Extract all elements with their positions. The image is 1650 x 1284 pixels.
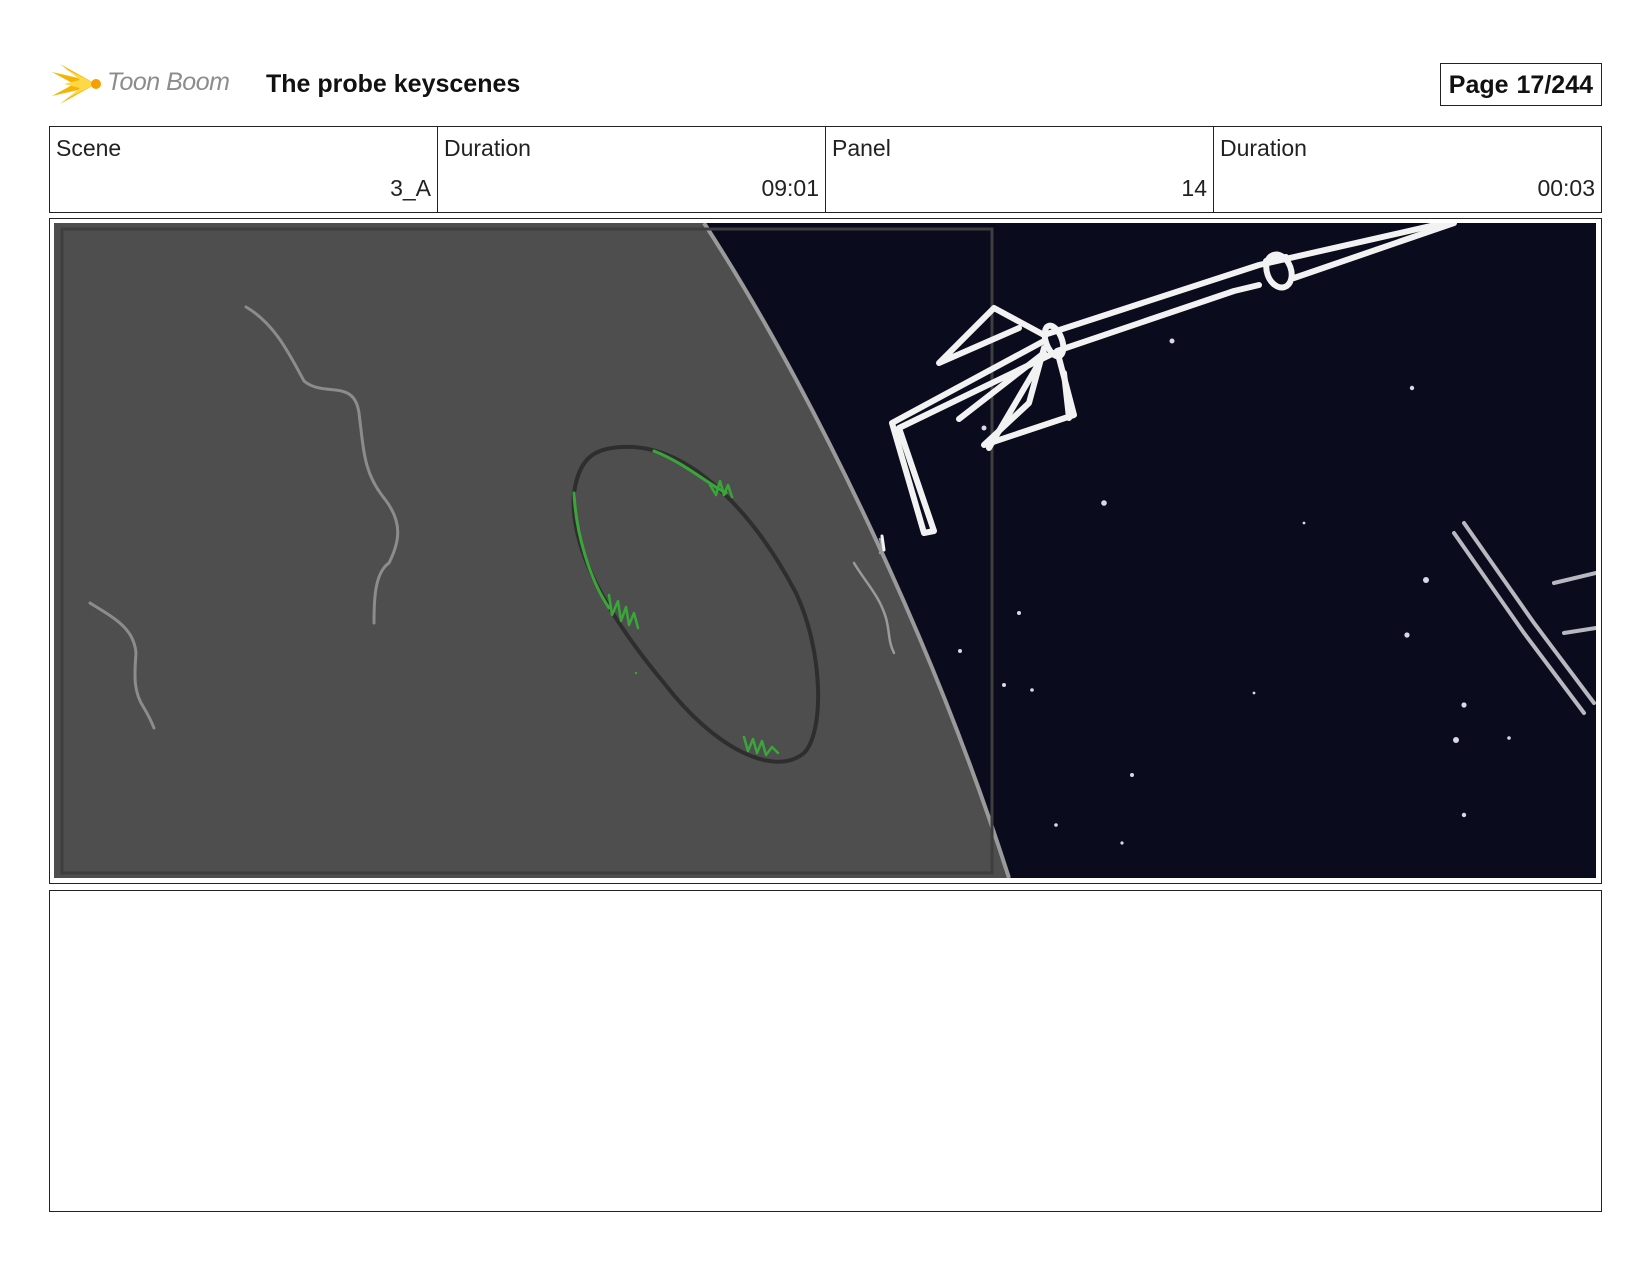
page-label: Page <box>1448 71 1509 99</box>
panel-value: 14 <box>1181 175 1207 201</box>
panel-notes-box <box>49 890 1602 1212</box>
scene-label: Scene <box>56 135 122 161</box>
page-number: 17/244 <box>1516 71 1593 99</box>
panel-cell: Panel 14 <box>826 127 1214 212</box>
document-title: The probe keyscenes <box>266 70 521 98</box>
page-indicator: Page 17/244 <box>1439 63 1602 106</box>
logo-text: Toon Boom <box>107 68 230 96</box>
storyboard-panel-frame <box>49 218 1602 884</box>
scene-duration-cell: Duration 09:01 <box>438 127 826 212</box>
scene-cell: Scene 3_A <box>50 127 438 212</box>
starburst-icon <box>52 64 101 104</box>
scene-duration-label: Duration <box>444 135 531 161</box>
scene-value: 3_A <box>390 175 431 201</box>
panel-duration-value: 00:03 <box>1537 175 1595 201</box>
panel-label: Panel <box>832 135 891 161</box>
scene-info-table: Scene 3_A Duration 09:01 Panel 14 Durati… <box>49 126 1602 213</box>
scene-duration-value: 09:01 <box>761 175 819 201</box>
panel-duration-label: Duration <box>1220 135 1307 161</box>
page-header: Toon Boom The probe keyscenes Page 17/244 <box>50 56 1602 112</box>
storyboard-panel-image <box>54 223 1596 878</box>
toon-boom-logo: Toon Boom <box>50 56 245 112</box>
panel-duration-cell: Duration 00:03 <box>1214 127 1601 212</box>
panel-drawing <box>54 223 1596 878</box>
